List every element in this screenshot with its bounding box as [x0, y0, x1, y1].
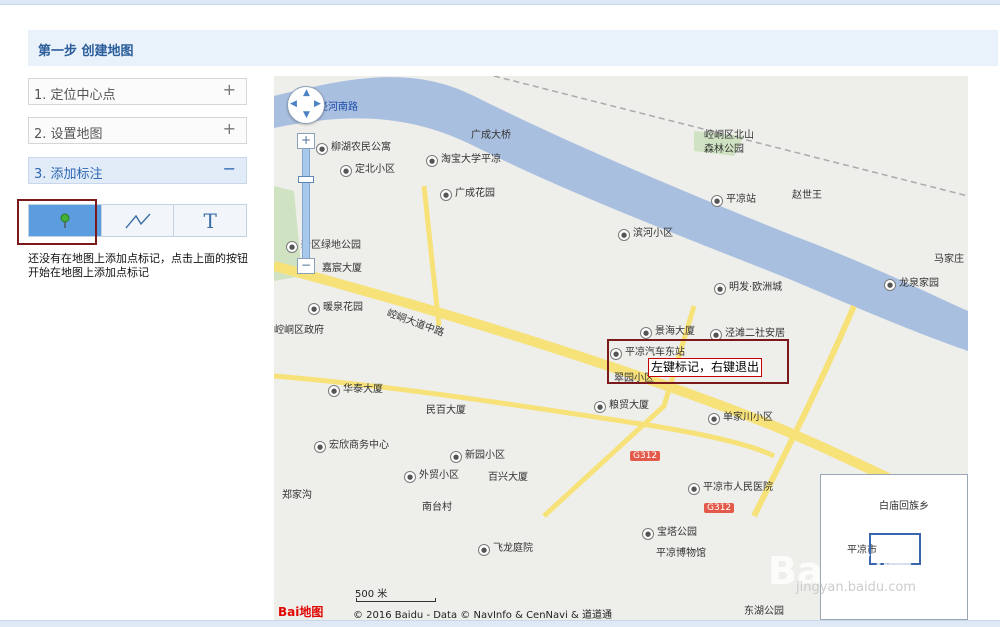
pan-left-icon[interactable]: ◀ [290, 99, 297, 109]
map-label: 平凉博物馆 [656, 548, 706, 559]
map-label: ● 粮贸大厦 [594, 396, 649, 413]
map-label: ● 滨河小区 [618, 224, 673, 241]
poi-icon: ● [314, 441, 326, 453]
map-label: ● 柳湖农民公寓 [316, 138, 391, 155]
poi-icon: ● [640, 327, 652, 339]
accordion-label: 1. 定位中心点 [34, 88, 116, 103]
pan-control[interactable]: ▲ ◀ ▶ ▼ [287, 86, 325, 124]
map-label: ● 景海大厦 [640, 322, 695, 339]
map-label: 森林公园 [704, 144, 744, 155]
poi-icon: ● [286, 241, 298, 253]
poi-icon: ● [884, 279, 896, 291]
map-label: ● 宝塔公园 [642, 523, 697, 540]
map-label: 崆峒区政府 [274, 325, 324, 336]
pan-right-icon[interactable]: ▶ [314, 99, 321, 109]
map-label: 崆峒区北山 [704, 130, 754, 141]
map-label: 广成大桥 [471, 130, 511, 141]
map-label: ● 飞龙庭院 [478, 539, 533, 556]
collapse-icon: − [222, 159, 236, 178]
poi-icon: ● [308, 303, 320, 315]
pan-down-icon[interactable]: ▼ [303, 110, 310, 120]
map-label: 赵世王 [792, 190, 822, 201]
poi-icon: ● [450, 451, 462, 463]
zoom-out-button[interactable]: − [297, 258, 315, 274]
map-label: ● 宏欣商务中心 [314, 436, 389, 453]
poi-icon: ● [618, 229, 630, 241]
map-label: ● 单家川小区 [708, 408, 773, 425]
map-label: ● 广成花园 [440, 184, 495, 201]
map-label: 马家庄 [934, 254, 964, 265]
poi-icon: ● [594, 401, 606, 413]
baidu-map-logo: Bai地图 [278, 605, 324, 619]
accordion-add-marker[interactable]: 3. 添加标注 − [28, 157, 247, 184]
top-border [0, 0, 1000, 5]
map-label: 南台村 [422, 502, 452, 513]
poi-icon: ● [404, 471, 416, 483]
highlight-box-tooltip [607, 339, 789, 384]
road-shield: G312 [630, 451, 661, 461]
polyline-button[interactable] [101, 205, 175, 236]
map-label: ● 平凉市人民医院 [688, 478, 773, 495]
map-label: 嘉宸大厦 [322, 263, 362, 274]
accordion-map-settings[interactable]: 2. 设置地图 + [28, 117, 247, 144]
pan-up-icon[interactable]: ▲ [303, 88, 310, 98]
accordion-label: 3. 添加标注 [34, 167, 103, 182]
instruction-text: 还没有在地图上添加点标记，点击上面的按钮开始在地图上添加点标记 [28, 252, 248, 279]
expand-icon: + [222, 80, 236, 99]
accordion-locate-center[interactable]: 1. 定位中心点 + [28, 78, 247, 105]
road-shield: G312 [704, 503, 735, 513]
polyline-icon [124, 213, 151, 228]
poi-icon: ● [688, 483, 700, 495]
poi-icon: ● [426, 155, 438, 167]
map-copyright: © 2016 Baidu - Data © NavInfo & CenNavi … [353, 610, 612, 621]
map-label: ● 明发·欧洲城 [714, 278, 782, 295]
poi-icon: ● [711, 195, 723, 207]
map-label: 百兴大厦 [488, 472, 528, 483]
scale-bar [356, 598, 436, 602]
map-label: ● 新园小区 [450, 446, 505, 463]
text-icon: T [203, 208, 217, 233]
expand-icon: + [222, 119, 236, 138]
map-label: ● 平凉站 [711, 190, 756, 207]
step-title: 第一步 创建地图 [38, 44, 134, 59]
map-label: 东湖公园 [744, 606, 784, 617]
poi-icon: ● [708, 413, 720, 425]
map-label: 民百大厦 [426, 405, 466, 416]
highlight-box-point-tool [17, 199, 97, 245]
step-header: 第一步 创建地图 [28, 30, 998, 66]
poi-icon: ● [440, 189, 452, 201]
poi-icon: ● [316, 143, 328, 155]
map-label: ● 华泰大厦 [328, 380, 383, 397]
map-label: ● 定北小区 [340, 160, 395, 177]
zoom-in-button[interactable]: + [297, 133, 315, 149]
text-label-button[interactable]: T [174, 205, 247, 236]
poi-icon: ● [714, 283, 726, 295]
map-label: ● 暖泉花园 [308, 298, 363, 315]
watermark-url: jingyan.baidu.com [796, 580, 916, 595]
map-label: 白庙回族乡 [879, 501, 929, 512]
accordion-label: 2. 设置地图 [34, 127, 103, 142]
poi-icon: ● [328, 385, 340, 397]
map-label: ● 外贸小区 [404, 466, 459, 483]
map-label: 郑家沟 [282, 490, 312, 501]
zoom-slider[interactable] [302, 140, 310, 272]
river-shape [274, 77, 968, 351]
poi-icon: ● [478, 544, 490, 556]
poi-icon: ● [340, 165, 352, 177]
map-label: ● 龙泉家园 [884, 274, 939, 291]
map-label: ● 新区绿地公园 [286, 236, 361, 253]
zoom-slider-knob[interactable] [298, 176, 314, 183]
poi-icon: ● [642, 528, 654, 540]
map-label: ● 淘宝大学平凉 [426, 150, 501, 167]
